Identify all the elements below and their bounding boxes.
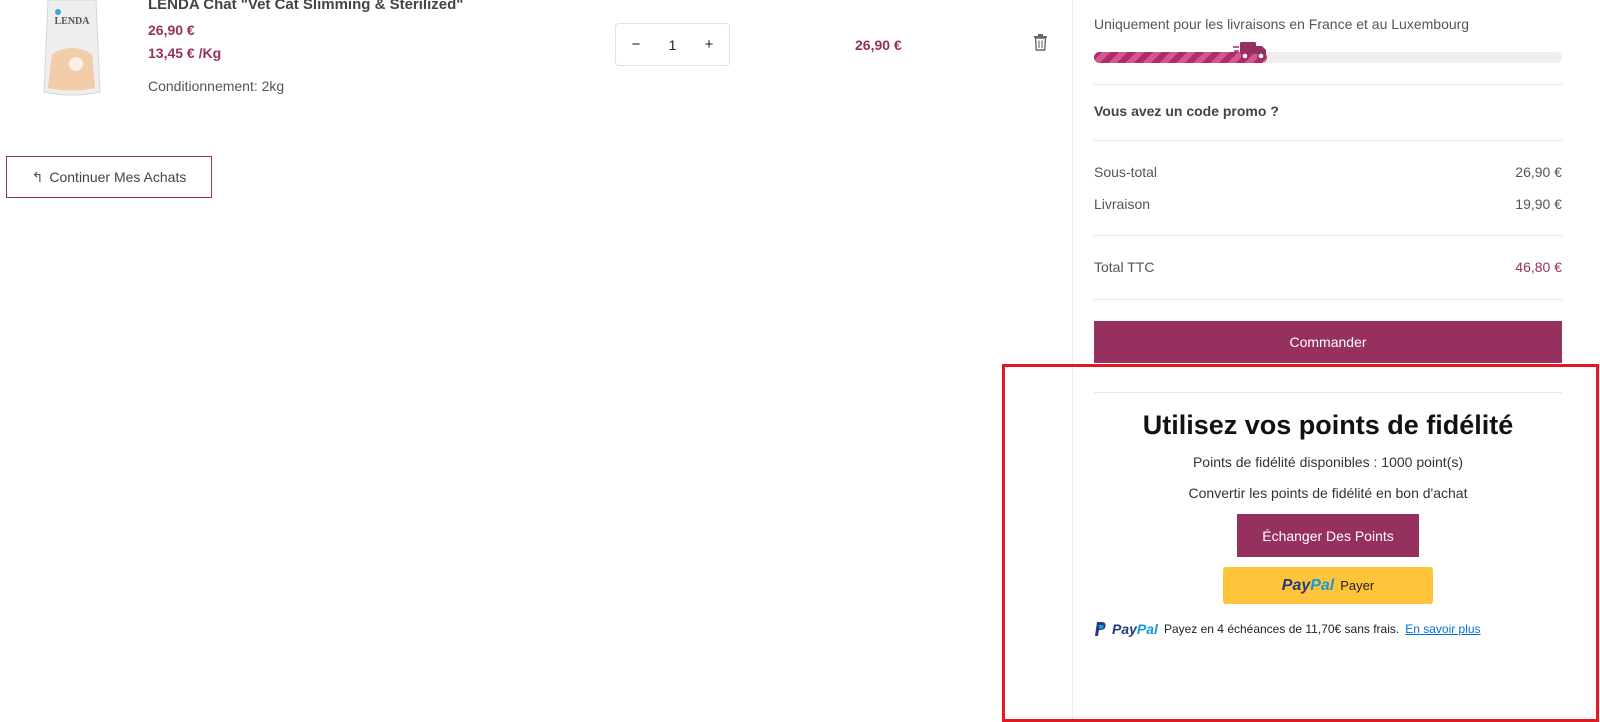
product-packaging: Conditionnement: 2kg [148, 78, 285, 94]
paypal-logo: PayPal [1281, 576, 1335, 594]
promo-code-toggle[interactable]: Vous avez un code promo ? [1094, 103, 1279, 119]
trash-icon[interactable] [1033, 33, 1048, 51]
exchange-points-button[interactable]: Échanger Des Points [1237, 514, 1419, 557]
quantity-input[interactable] [652, 36, 693, 53]
divider [1094, 235, 1562, 236]
continue-shopping-button[interactable]: ↰ Continuer Mes Achats [6, 156, 212, 198]
shipping-label: Livraison [1094, 196, 1151, 212]
paypal-wordmark: PayPal [1112, 621, 1158, 637]
subtotal-label: Sous-total [1094, 164, 1158, 180]
quantity-decrease-button[interactable]: − [626, 35, 646, 55]
quantity-increase-button[interactable]: + [699, 35, 719, 55]
loyalty-points-available: Points de fidélité disponibles : 1000 po… [1192, 454, 1464, 470]
delivery-note: Uniquement pour les livraisons en France… [1094, 16, 1470, 32]
paypal-paylater-text: Payez en 4 échéances de 11,70€ sans frai… [1163, 622, 1400, 636]
paypal-p-icon [1095, 621, 1106, 636]
truck-icon [1233, 42, 1266, 60]
product-name[interactable]: LENDA Chat "Vet Cat Slimming & Sterilize… [148, 0, 463, 13]
paypal-button[interactable]: PayPal Payer [1223, 567, 1433, 604]
quantity-stepper: − + [615, 23, 730, 66]
total-row: Total TTC 46,80 € [1094, 259, 1562, 275]
loyalty-title: Utilisez vos points de fidélité [1142, 410, 1514, 440]
total-value: 46,80 € [1515, 259, 1562, 275]
divider [1094, 140, 1562, 141]
shipping-value: 19,90 € [1515, 196, 1562, 212]
continue-shopping-label: Continuer Mes Achats [49, 169, 187, 185]
line-total: 26,90 € [855, 37, 902, 53]
divider [1094, 299, 1562, 300]
product-image-brand: LENDA [54, 16, 90, 27]
divider [1094, 84, 1562, 85]
loyalty-convert-text: Convertir les points de fidélité en bon … [1188, 485, 1468, 501]
product-image[interactable]: LENDA [38, 0, 106, 98]
order-button[interactable]: Commander [1094, 321, 1562, 363]
paypal-learn-more-link[interactable]: En savoir plus [1405, 622, 1480, 636]
total-label: Total TTC [1094, 259, 1155, 275]
paypal-paylater-message: PayPal Payez en 4 échéances de 11,70€ sa… [1094, 621, 1562, 637]
return-arrow-icon: ↰ [31, 168, 44, 185]
free-shipping-progress [1094, 52, 1562, 63]
subtotal-value: 26,90 € [1515, 164, 1562, 180]
divider [1094, 392, 1562, 393]
paypal-button-label: Payer [1340, 578, 1375, 593]
sidebar-divider [1072, 0, 1073, 722]
shipping-row: Livraison 19,90 € [1094, 196, 1562, 212]
subtotal-row: Sous-total 26,90 € [1094, 164, 1562, 180]
product-price: 26,90 € [148, 22, 195, 38]
product-price-per-kg: 13,45 € /Kg [148, 45, 222, 61]
